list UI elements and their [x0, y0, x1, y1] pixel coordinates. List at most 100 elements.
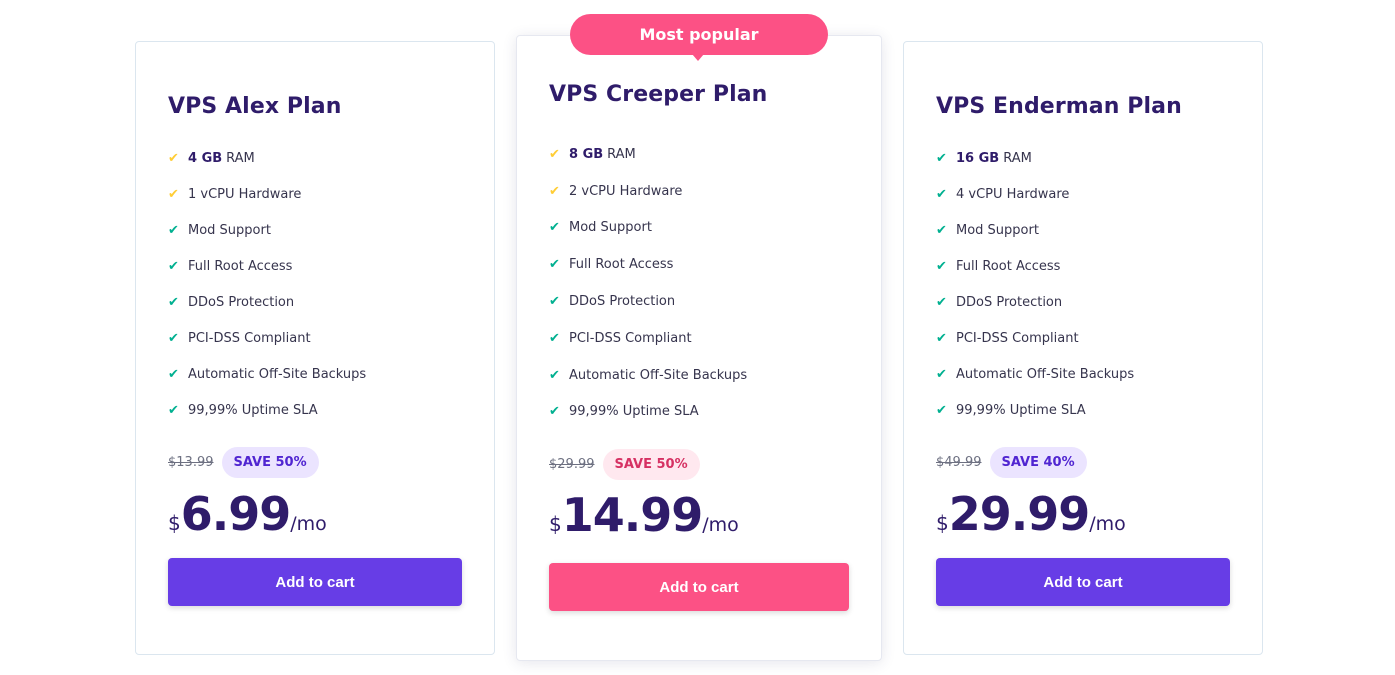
plan-title: VPS Enderman Plan [936, 94, 1182, 119]
feature-label: Full Root Access [956, 258, 1061, 274]
feature-label: PCI-DSS Compliant [956, 330, 1079, 346]
original-price: $49.99 [936, 455, 982, 470]
check-icon: ✔ [549, 367, 560, 383]
feature-item: ✔ DDoS Protection [936, 284, 1230, 320]
check-icon: ✔ [168, 294, 179, 310]
feature-label: Mod Support [569, 220, 652, 236]
check-icon: ✔ [168, 330, 179, 346]
currency: $ [936, 511, 949, 535]
feature-highlight: 16 GB [956, 150, 1000, 166]
plan-card: VPS Creeper Plan ✔ 8 GB RAM ✔ 2 vCPU Har… [516, 35, 882, 661]
feature-item: ✔ Full Root Access [549, 246, 849, 283]
feature-item: ✔ 1 vCPU Hardware [168, 176, 462, 212]
feature-label: RAM [607, 146, 636, 162]
feature-item: ✔ 16 GB RAM [936, 140, 1230, 176]
feature-item: ✔ DDoS Protection [168, 284, 462, 320]
feature-highlight: 8 GB [569, 146, 604, 162]
price-amount: 6.99 [180, 487, 291, 541]
feature-highlight: 4 GB [188, 150, 223, 166]
feature-item: ✔ Automatic Off-Site Backups [936, 356, 1230, 392]
feature-label: 2 vCPU Hardware [569, 183, 683, 199]
currency: $ [168, 511, 181, 535]
currency: $ [549, 512, 562, 536]
feature-label: 99,99% Uptime SLA [188, 402, 318, 418]
save-badge: SAVE 40% [989, 447, 1087, 478]
check-icon: ✔ [549, 330, 560, 346]
feature-item: ✔ 4 vCPU Hardware [936, 176, 1230, 212]
add-to-cart-button[interactable]: Add to cart [168, 558, 462, 606]
feature-item: ✔ DDoS Protection [549, 283, 849, 320]
check-icon: ✔ [549, 257, 560, 273]
check-icon: ✔ [549, 220, 560, 236]
price-period: /mo [1089, 513, 1126, 535]
discount-row: $49.99 SAVE 40% [936, 447, 1230, 478]
feature-item: ✔ 99,99% Uptime SLA [168, 392, 462, 428]
price: $ 29.99 /mo [936, 487, 1230, 541]
feature-label: 99,99% Uptime SLA [956, 402, 1086, 418]
add-to-cart-button[interactable]: Add to cart [936, 558, 1230, 606]
check-icon: ✔ [936, 330, 947, 346]
check-icon: ✔ [936, 258, 947, 274]
feature-item: ✔ PCI-DSS Compliant [936, 320, 1230, 356]
price: $ 6.99 /mo [168, 487, 462, 541]
check-icon: ✔ [168, 186, 179, 202]
save-badge: SAVE 50% [221, 447, 319, 478]
feature-item: ✔ 4 GB RAM [168, 140, 462, 176]
feature-item: ✔ PCI-DSS Compliant [168, 320, 462, 356]
check-icon: ✔ [168, 222, 179, 238]
feature-label: RAM [226, 150, 255, 166]
feature-list: ✔ 16 GB RAM ✔ 4 vCPU Hardware ✔ Mod Supp… [936, 140, 1230, 428]
check-icon: ✔ [549, 183, 560, 199]
check-icon: ✔ [168, 366, 179, 382]
feature-item: ✔ Full Root Access [936, 248, 1230, 284]
check-icon: ✔ [936, 402, 947, 418]
feature-item: ✔ Mod Support [549, 210, 849, 247]
feature-item: ✔ Automatic Off-Site Backups [549, 357, 849, 394]
feature-item: ✔ Full Root Access [168, 248, 462, 284]
feature-label: Mod Support [956, 222, 1039, 238]
check-icon: ✔ [168, 150, 179, 166]
feature-item: ✔ Automatic Off-Site Backups [168, 356, 462, 392]
original-price: $29.99 [549, 457, 595, 472]
check-icon: ✔ [936, 366, 947, 382]
discount-row: $29.99 SAVE 50% [549, 449, 849, 480]
feature-item: ✔ Mod Support [936, 212, 1230, 248]
feature-item: ✔ 99,99% Uptime SLA [936, 392, 1230, 428]
feature-label: 99,99% Uptime SLA [569, 404, 699, 420]
feature-label: DDoS Protection [569, 294, 676, 310]
price-amount: 29.99 [948, 487, 1091, 541]
feature-label: Full Root Access [569, 257, 674, 273]
price: $ 14.99 /mo [549, 488, 849, 542]
feature-label: Automatic Off-Site Backups [188, 366, 367, 382]
feature-label: PCI-DSS Compliant [569, 330, 692, 346]
original-price: $13.99 [168, 455, 214, 470]
discount-row: $13.99 SAVE 50% [168, 447, 462, 478]
plan-card: VPS Alex Plan ✔ 4 GB RAM ✔ 1 vCPU Hardwa… [135, 41, 495, 655]
feature-list: ✔ 4 GB RAM ✔ 1 vCPU Hardware ✔ Mod Suppo… [168, 140, 462, 428]
check-icon: ✔ [936, 186, 947, 202]
feature-item: ✔ 99,99% Uptime SLA [549, 394, 849, 431]
add-to-cart-button[interactable]: Add to cart [549, 563, 849, 611]
most-popular-badge: Most popular [570, 14, 828, 61]
price-period: /mo [702, 514, 739, 536]
feature-label: RAM [1003, 150, 1032, 166]
feature-label: Automatic Off-Site Backups [956, 366, 1135, 382]
plan-card: VPS Enderman Plan ✔ 16 GB RAM ✔ 4 vCPU H… [903, 41, 1263, 655]
feature-label: 4 vCPU Hardware [956, 186, 1070, 202]
feature-label: DDoS Protection [956, 294, 1063, 310]
check-icon: ✔ [549, 294, 560, 310]
feature-item: ✔ Mod Support [168, 212, 462, 248]
feature-label: DDoS Protection [188, 294, 295, 310]
plan-title: VPS Creeper Plan [549, 82, 768, 107]
feature-item: ✔ 2 vCPU Hardware [549, 173, 849, 210]
check-icon: ✔ [936, 294, 947, 310]
check-icon: ✔ [168, 258, 179, 274]
check-icon: ✔ [936, 222, 947, 238]
price-amount: 14.99 [561, 488, 704, 542]
check-icon: ✔ [168, 402, 179, 418]
check-icon: ✔ [549, 146, 560, 162]
feature-label: Automatic Off-Site Backups [569, 367, 748, 383]
feature-list: ✔ 8 GB RAM ✔ 2 vCPU Hardware ✔ Mod Suppo… [549, 136, 849, 430]
plan-title: VPS Alex Plan [168, 94, 342, 119]
feature-item: ✔ PCI-DSS Compliant [549, 320, 849, 357]
